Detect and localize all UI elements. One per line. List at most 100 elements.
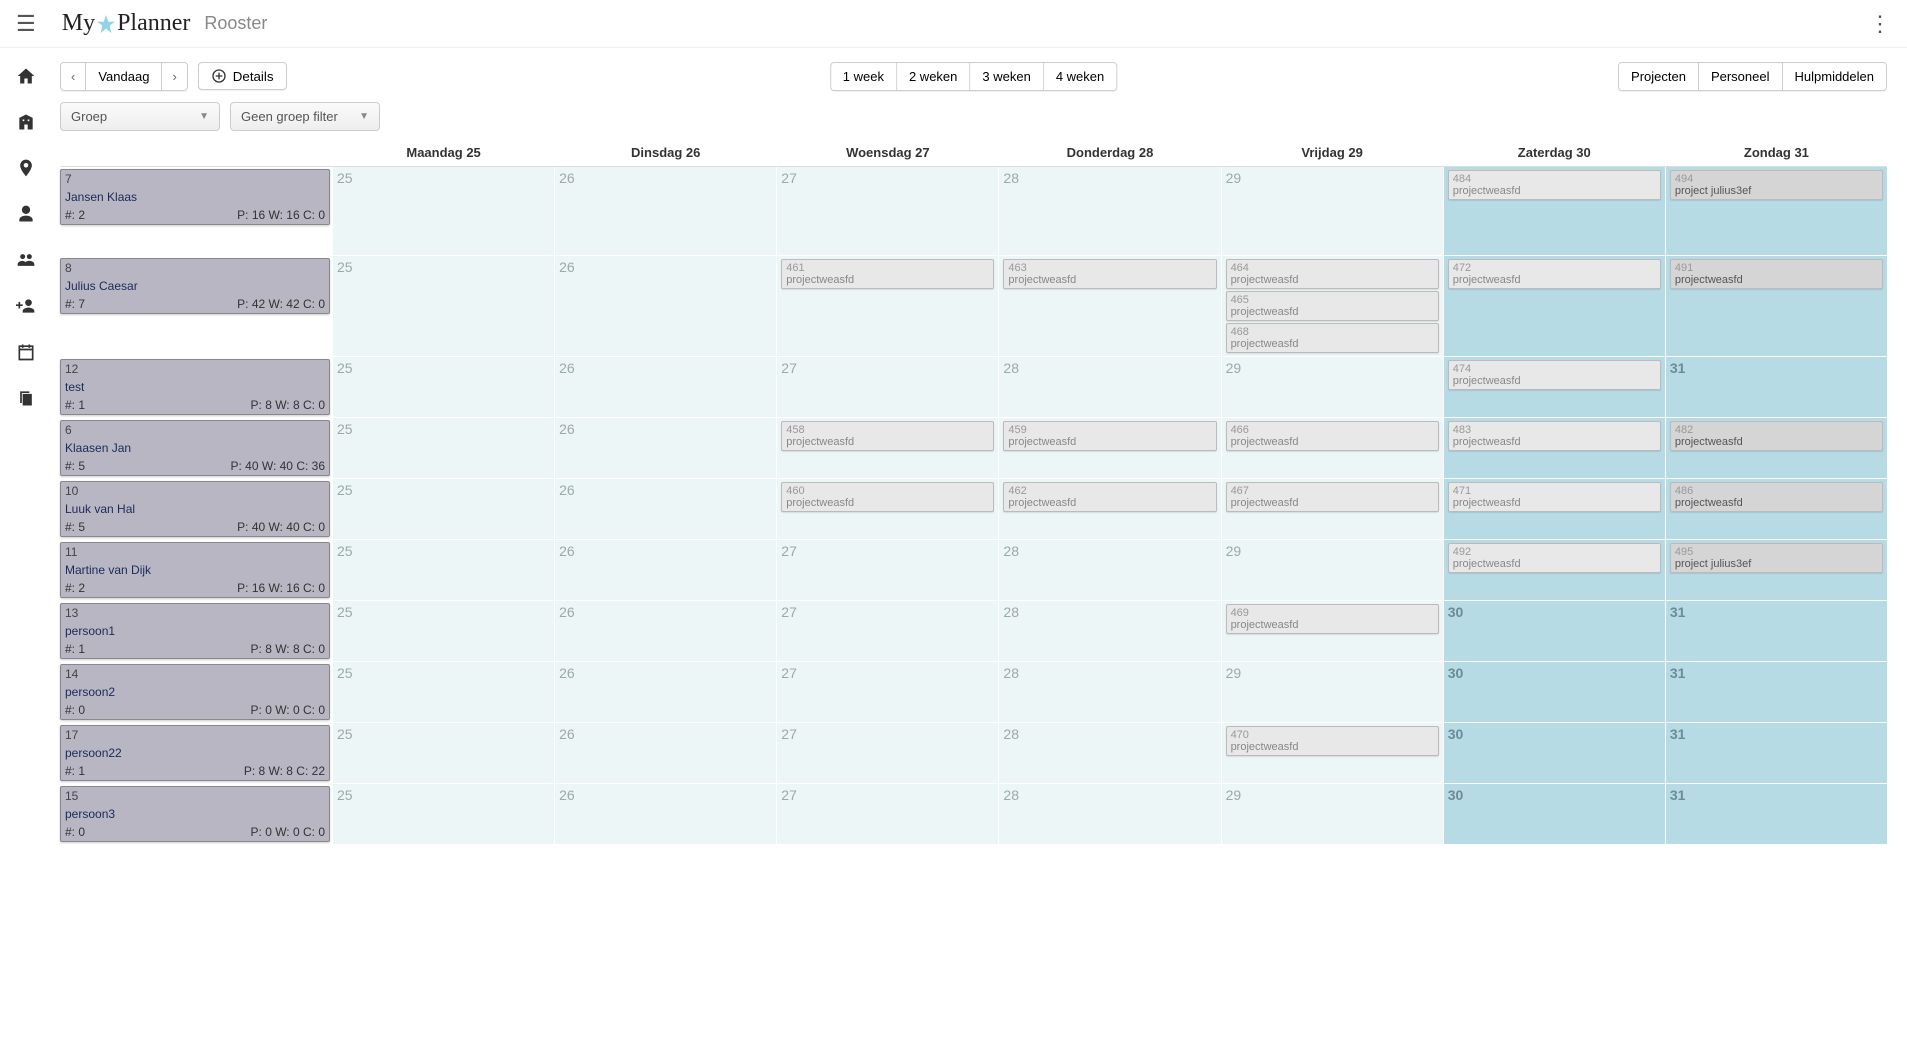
day-cell[interactable]: 31	[1665, 662, 1887, 722]
day-cell[interactable]: 467projectweasfd	[1221, 479, 1443, 539]
day-cell[interactable]: 26	[554, 662, 776, 722]
day-cell[interactable]: 26	[554, 167, 776, 255]
day-cell[interactable]: 30	[1443, 601, 1665, 661]
day-cell[interactable]: 28	[998, 601, 1220, 661]
day-cell[interactable]: 29	[1221, 784, 1443, 844]
week-range-3[interactable]: 3 weken	[970, 63, 1043, 90]
event-chip[interactable]: 495project julius3ef	[1670, 543, 1883, 573]
prev-button[interactable]: ‹	[61, 63, 86, 90]
day-cell[interactable]: 458projectweasfd	[776, 418, 998, 478]
week-range-2[interactable]: 2 weken	[897, 63, 970, 90]
view-hulpmiddelen[interactable]: Hulpmiddelen	[1783, 63, 1887, 90]
day-cell[interactable]: 28	[998, 723, 1220, 783]
resource-block[interactable]: 11Martine van Dijk#: 2P: 16 W: 16 C: 0	[60, 542, 330, 598]
resource-block[interactable]: 13persoon1#: 1P: 8 W: 8 C: 0	[60, 603, 330, 659]
day-cell[interactable]: 460projectweasfd	[776, 479, 998, 539]
day-cell[interactable]: 483projectweasfd	[1443, 418, 1665, 478]
event-chip[interactable]: 486projectweasfd	[1670, 482, 1883, 512]
day-cell[interactable]: 26	[554, 357, 776, 417]
group-filter-select[interactable]: Geen groep filter ▼	[230, 102, 380, 131]
event-chip[interactable]: 472projectweasfd	[1448, 259, 1661, 289]
day-cell[interactable]: 26	[554, 784, 776, 844]
day-cell[interactable]: 29	[1221, 167, 1443, 255]
day-cell[interactable]: 26	[554, 723, 776, 783]
day-cell[interactable]: 463projectweasfd	[998, 256, 1220, 356]
day-cell[interactable]: 27	[776, 723, 998, 783]
day-cell[interactable]: 28	[998, 662, 1220, 722]
view-projecten[interactable]: Projecten	[1619, 63, 1699, 90]
resource-block[interactable]: 7Jansen Klaas#: 2P: 16 W: 16 C: 0	[60, 169, 330, 225]
event-chip[interactable]: 492projectweasfd	[1448, 543, 1661, 573]
day-cell[interactable]: 461projectweasfd	[776, 256, 998, 356]
day-cell[interactable]: 25	[332, 418, 554, 478]
day-cell[interactable]: 28	[998, 357, 1220, 417]
event-chip[interactable]: 483projectweasfd	[1448, 421, 1661, 451]
day-cell[interactable]: 26	[554, 601, 776, 661]
nav-person-add-icon[interactable]	[12, 292, 40, 320]
day-cell[interactable]: 25	[332, 662, 554, 722]
resource-block[interactable]: 15persoon3#: 0P: 0 W: 0 C: 0	[60, 786, 330, 842]
nav-person-icon[interactable]	[12, 200, 40, 228]
details-button[interactable]: Details	[198, 62, 287, 90]
day-cell[interactable]: 26	[554, 479, 776, 539]
day-cell[interactable]: 30	[1443, 662, 1665, 722]
day-cell[interactable]: 28	[998, 784, 1220, 844]
week-range-1[interactable]: 1 week	[831, 63, 897, 90]
event-chip[interactable]: 482projectweasfd	[1670, 421, 1883, 451]
day-cell[interactable]: 470projectweasfd	[1221, 723, 1443, 783]
app-logo[interactable]: My Planner	[62, 10, 191, 37]
day-cell[interactable]: 29	[1221, 357, 1443, 417]
day-cell[interactable]: 25	[332, 167, 554, 255]
nav-home-icon[interactable]	[12, 62, 40, 90]
day-cell[interactable]: 26	[554, 418, 776, 478]
week-range-4[interactable]: 4 weken	[1044, 63, 1116, 90]
more-vert-icon[interactable]: ⋮	[1869, 11, 1891, 37]
day-cell[interactable]: 31	[1665, 357, 1887, 417]
event-chip[interactable]: 470projectweasfd	[1226, 726, 1439, 756]
day-cell[interactable]: 469projectweasfd	[1221, 601, 1443, 661]
nav-copy-icon[interactable]	[12, 384, 40, 412]
event-chip[interactable]: 461projectweasfd	[781, 259, 994, 289]
event-chip[interactable]: 474projectweasfd	[1448, 360, 1661, 390]
event-chip[interactable]: 462projectweasfd	[1003, 482, 1216, 512]
day-cell[interactable]: 27	[776, 662, 998, 722]
day-cell[interactable]: 28	[998, 540, 1220, 600]
day-cell[interactable]: 31	[1665, 723, 1887, 783]
day-cell[interactable]: 25	[332, 723, 554, 783]
day-cell[interactable]: 29	[1221, 662, 1443, 722]
resource-block[interactable]: 12test#: 1P: 8 W: 8 C: 0	[60, 359, 330, 415]
event-chip[interactable]: 494project julius3ef	[1670, 170, 1883, 200]
resource-block[interactable]: 10Luuk van Hal#: 5P: 40 W: 40 C: 0	[60, 481, 330, 537]
day-cell[interactable]: 26	[554, 540, 776, 600]
event-chip[interactable]: 468projectweasfd	[1226, 323, 1439, 353]
event-chip[interactable]: 484projectweasfd	[1448, 170, 1661, 200]
nav-calendar-icon[interactable]	[12, 338, 40, 366]
event-chip[interactable]: 491projectweasfd	[1670, 259, 1883, 289]
event-chip[interactable]: 464projectweasfd	[1226, 259, 1439, 289]
day-cell[interactable]: 462projectweasfd	[998, 479, 1220, 539]
day-cell[interactable]: 459projectweasfd	[998, 418, 1220, 478]
nav-location-icon[interactable]	[12, 154, 40, 182]
event-chip[interactable]: 459projectweasfd	[1003, 421, 1216, 451]
day-cell[interactable]: 471projectweasfd	[1443, 479, 1665, 539]
day-cell[interactable]: 29	[1221, 540, 1443, 600]
day-cell[interactable]: 495project julius3ef	[1665, 540, 1887, 600]
day-cell[interactable]: 27	[776, 601, 998, 661]
next-button[interactable]: ›	[162, 63, 186, 90]
event-chip[interactable]: 467projectweasfd	[1226, 482, 1439, 512]
day-cell[interactable]: 464projectweasfd465projectweasfd468proje…	[1221, 256, 1443, 356]
day-cell[interactable]: 486projectweasfd	[1665, 479, 1887, 539]
view-personeel[interactable]: Personeel	[1699, 63, 1783, 90]
event-chip[interactable]: 465projectweasfd	[1226, 291, 1439, 321]
resource-block[interactable]: 17persoon22#: 1P: 8 W: 8 C: 22	[60, 725, 330, 781]
event-chip[interactable]: 458projectweasfd	[781, 421, 994, 451]
resource-block[interactable]: 6Klaasen Jan#: 5P: 40 W: 40 C: 36	[60, 420, 330, 476]
day-cell[interactable]: 30	[1443, 784, 1665, 844]
day-cell[interactable]: 474projectweasfd	[1443, 357, 1665, 417]
event-chip[interactable]: 466projectweasfd	[1226, 421, 1439, 451]
event-chip[interactable]: 469projectweasfd	[1226, 604, 1439, 634]
day-cell[interactable]: 27	[776, 357, 998, 417]
day-cell[interactable]: 27	[776, 784, 998, 844]
day-cell[interactable]: 25	[332, 479, 554, 539]
event-chip[interactable]: 460projectweasfd	[781, 482, 994, 512]
